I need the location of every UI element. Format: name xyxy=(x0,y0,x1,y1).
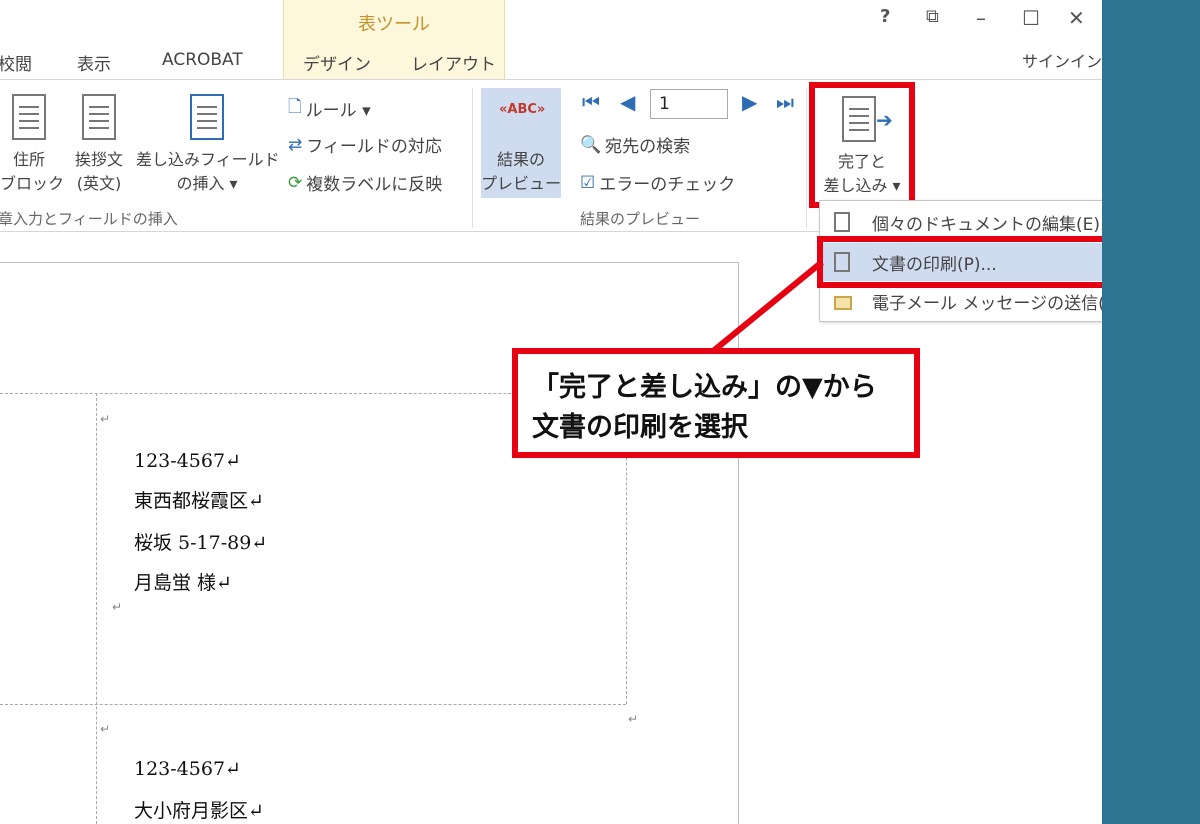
callout-line-2: 文書の印刷を選択 xyxy=(532,412,748,443)
table-gridline xyxy=(0,704,626,705)
merge-field-icon xyxy=(190,94,224,140)
instruction-callout: 「完了と差し込み」の▼から 文書の印刷を選択 xyxy=(512,348,920,458)
paragraph-mark: ↵ xyxy=(100,412,111,426)
preview-results-button[interactable]: «ABC» 結果の プレビュー xyxy=(481,88,561,198)
previous-record-icon[interactable]: ◀ xyxy=(620,90,635,114)
right-side-panel xyxy=(1102,0,1200,824)
finish-merge-highlight xyxy=(809,82,915,208)
maximize-icon[interactable]: ☐ xyxy=(1022,6,1040,30)
ribbon-display-options-icon[interactable]: ⧉ xyxy=(926,6,939,27)
update-labels-icon: ⟳ xyxy=(288,172,303,193)
label-postal-code: 123-4567↵ xyxy=(134,450,241,472)
match-fields-button[interactable]: ⇄ フィールドの対応 xyxy=(288,132,442,158)
paragraph-mark: ↵ xyxy=(112,600,123,614)
find-recipient-icon: 🔍 xyxy=(580,134,602,155)
send-email-icon xyxy=(834,296,852,310)
last-record-icon[interactable]: ⏭ xyxy=(776,90,794,114)
ribbon-tabs-bar: 表ツール 校閲 表示 ACROBAT デザイン レイアウト ? ⧉ – ☐ ✕ … xyxy=(0,0,1102,80)
tab-acrobat[interactable]: ACROBAT xyxy=(162,50,243,70)
signin-link[interactable]: サインイン xyxy=(1022,48,1102,72)
greeting-line-label-2: (英文) xyxy=(76,174,122,193)
document-page xyxy=(0,262,739,824)
table-tools-title: 表ツール xyxy=(358,14,430,35)
first-record-icon[interactable]: ⏮ xyxy=(582,90,600,114)
table-gridline xyxy=(96,393,97,824)
help-icon[interactable]: ? xyxy=(880,6,890,27)
update-labels-label: 複数ラベルに反映 xyxy=(306,175,443,195)
preview-label-2: プレビュー xyxy=(481,174,562,193)
preview-label-1: 結果の xyxy=(496,150,545,169)
edit-documents-icon xyxy=(834,212,850,232)
label-city: 大小府月影区↵ xyxy=(134,800,264,822)
merge-field-label-2: の挿入 ▾ xyxy=(176,174,238,193)
label-postal-code: 123-4567↵ xyxy=(134,758,241,780)
address-block-label-1: 住所 xyxy=(12,150,45,169)
label-street: 桜坂 5-17-89↵ xyxy=(134,532,268,554)
preview-abc-icon: «ABC» xyxy=(499,102,546,117)
check-errors-button[interactable]: ☑ エラーのチェック xyxy=(580,170,736,196)
match-fields-icon: ⇄ xyxy=(288,134,303,155)
update-labels-button[interactable]: ⟳ 複数ラベルに反映 xyxy=(288,170,443,196)
match-fields-label: フィールドの対応 xyxy=(306,137,442,157)
menu-item-label: 電子メール メッセージの送信(S)... xyxy=(872,293,1139,314)
find-recipient-label: 宛先の検索 xyxy=(605,137,691,157)
tab-design[interactable]: デザイン xyxy=(303,50,371,75)
close-icon[interactable]: ✕ xyxy=(1068,6,1085,30)
minimize-icon[interactable]: – xyxy=(976,6,986,30)
address-block-label-2: ブロック xyxy=(0,174,65,193)
callout-line-1: 「完了と差し込み」の▼から xyxy=(532,372,877,403)
label-city: 東西都桜霞区↵ xyxy=(134,490,264,512)
find-recipient-button[interactable]: 🔍 宛先の検索 xyxy=(580,132,691,158)
menu-item-label: 個々のドキュメントの編集(E)... xyxy=(872,214,1117,235)
rules-button[interactable]: 🗋 ルール ▾ xyxy=(288,94,371,123)
merge-field-label-1: 差し込みフィールド xyxy=(136,150,280,169)
group-separator xyxy=(806,88,807,228)
paragraph-mark: ↵ xyxy=(100,722,111,736)
check-errors-label: エラーのチェック xyxy=(599,175,736,195)
check-errors-icon: ☑ xyxy=(580,172,596,193)
greeting-line-label-1: 挨拶文 xyxy=(74,150,123,169)
paragraph-mark: ↵ xyxy=(628,712,639,726)
group-separator xyxy=(472,88,473,228)
greeting-line-icon xyxy=(82,94,116,140)
address-block-icon xyxy=(12,94,46,140)
record-number-input[interactable]: 1 xyxy=(650,89,728,119)
label-recipient-name: 月島蛍 様↵ xyxy=(134,572,232,594)
rules-label: ルール ▾ xyxy=(305,101,371,121)
tab-view[interactable]: 表示 xyxy=(77,50,111,75)
tab-layout[interactable]: レイアウト xyxy=(411,50,496,75)
write-insert-group-label: 章入力とフィールドの挿入 xyxy=(0,210,178,228)
tab-review[interactable]: 校閲 xyxy=(0,50,32,75)
preview-results-group-label: 結果のプレビュー xyxy=(580,210,701,228)
rules-icon: 🗋 xyxy=(288,97,302,117)
next-record-icon[interactable]: ▶ xyxy=(742,90,757,114)
